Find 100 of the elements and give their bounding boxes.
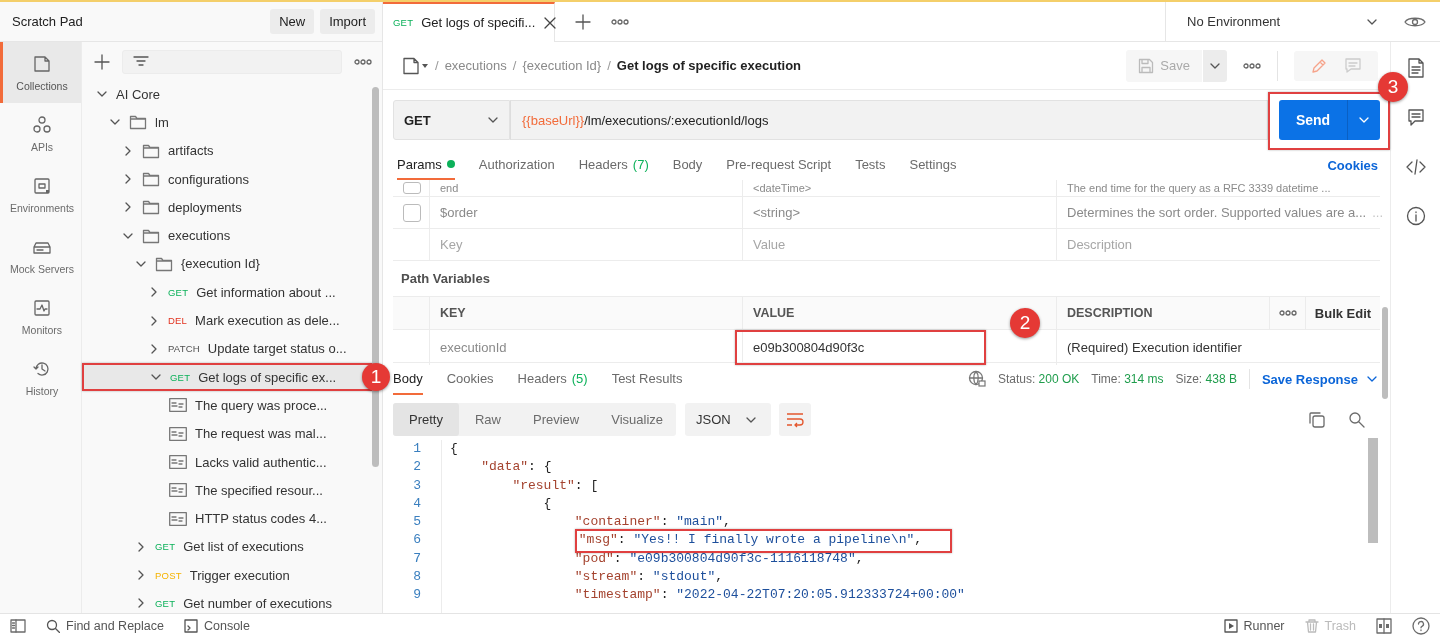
info-icon[interactable]: [1405, 206, 1426, 226]
status-bar-button[interactable]: Console: [184, 619, 250, 633]
view-mode-tab[interactable]: Visualize: [595, 403, 680, 436]
checkbox[interactable]: [403, 203, 421, 222]
sidebar-item[interactable]: Environments: [0, 164, 81, 225]
sidebar-item[interactable]: Mock Servers: [0, 225, 81, 286]
request-option-tab[interactable]: Authorization: [478, 150, 555, 180]
tree-item[interactable]: GET Get number of executions: [82, 589, 374, 618]
key-field[interactable]: Key: [440, 237, 742, 252]
header-button[interactable]: Import: [320, 9, 375, 34]
method-select[interactable]: GET: [393, 100, 510, 140]
close-icon[interactable]: [543, 15, 558, 30]
tree-item[interactable]: configurations: [82, 164, 374, 194]
sidebar-item[interactable]: Monitors: [0, 286, 81, 347]
help-icon[interactable]: [1412, 617, 1430, 635]
number-badge: 1: [362, 362, 390, 391]
request-option-tab[interactable]: Params: [397, 150, 455, 180]
tree-item[interactable]: POST Trigger execution: [82, 561, 374, 590]
header-button[interactable]: New: [270, 9, 315, 34]
breadcrumb-link[interactable]: {execution Id}: [522, 58, 602, 73]
copy-icon[interactable]: [1308, 410, 1326, 429]
tree-item[interactable]: DEL Mark execution as dele...: [82, 306, 374, 335]
play-icon: [1223, 619, 1238, 633]
status-bar-button[interactable]: Find and Replace: [46, 619, 164, 633]
scrollbar[interactable]: [1368, 438, 1378, 543]
response-tab[interactable]: Test Results: [611, 363, 683, 395]
request-tab[interactable]: GET Get logs of specifi...: [383, 1, 555, 42]
response-tab[interactable]: Cookies: [446, 363, 494, 395]
comment-icon[interactable]: [1406, 108, 1425, 128]
sidebar-toggle-icon[interactable]: [10, 619, 26, 633]
wrap-button[interactable]: [778, 403, 811, 436]
breadcrumb-link[interactable]: executions: [444, 58, 507, 73]
sidebar-item[interactable]: APIs: [0, 103, 81, 164]
add-icon[interactable]: [575, 13, 591, 30]
tree-item[interactable]: The query was proce...: [82, 391, 374, 420]
collection-icon: [32, 53, 52, 74]
tab-title: Get logs of specifi...: [421, 15, 536, 30]
table-cell: executionId: [440, 340, 507, 355]
number-badge: 2: [1010, 308, 1040, 338]
tree-item[interactable]: deployments: [82, 193, 374, 222]
more-icon[interactable]: [1243, 62, 1261, 69]
document-icon[interactable]: [1406, 58, 1425, 78]
add-icon[interactable]: [94, 54, 110, 70]
tree-item[interactable]: AI Core: [82, 80, 374, 109]
monitor-icon: [32, 297, 52, 318]
url-field[interactable]: {{baseUrl}}/lm/executions/:executionId/logs: [510, 100, 1268, 140]
save-response-button[interactable]: Save Response: [1261, 371, 1378, 387]
search-icon: [46, 619, 60, 633]
scrollbar[interactable]: [1382, 307, 1388, 399]
tree-item[interactable]: GET Get information about ...: [82, 278, 374, 307]
checkbox[interactable]: [403, 182, 421, 194]
more-icon[interactable]: [611, 18, 629, 25]
tree-item[interactable]: HTTP status codes 4...: [82, 504, 374, 533]
tree-item[interactable]: GET Get list of executions: [82, 532, 374, 562]
view-mode-tab[interactable]: Preview: [517, 403, 596, 436]
two-pane-icon[interactable]: [1376, 618, 1392, 634]
response-tab[interactable]: Body: [393, 363, 423, 395]
view-mode-tab[interactable]: Pretty: [393, 403, 459, 436]
workspace-title: Scratch Pad: [12, 14, 83, 29]
cookies-link[interactable]: Cookies: [1327, 157, 1378, 173]
request-option-tab[interactable]: Tests: [855, 150, 886, 180]
status-bar-button[interactable]: Runner: [1223, 619, 1285, 633]
more-icon[interactable]: [1278, 310, 1297, 316]
tree-item[interactable]: executions: [82, 221, 374, 250]
tree-item[interactable]: {execution Id}: [82, 249, 374, 279]
send-button[interactable]: Send: [1279, 100, 1347, 140]
tree-item[interactable]: The request was mal...: [82, 419, 374, 448]
request-option-tab[interactable]: Headers (7): [578, 150, 649, 180]
bulk-edit-button[interactable]: Bulk Edit: [1314, 305, 1372, 321]
code-line: "data": {: [481, 459, 552, 475]
line-number: 7: [412, 549, 421, 568]
tree-item[interactable]: Lacks valid authentic...: [82, 447, 374, 477]
folder-icon: [142, 199, 160, 216]
code-line: "result": [: [512, 477, 599, 493]
collection-icon[interactable]: [403, 56, 429, 75]
sidebar-item[interactable]: Collections: [0, 42, 81, 103]
request-option-tab[interactable]: Pre-request Script: [726, 150, 832, 180]
view-mode-tab[interactable]: Raw: [458, 403, 517, 436]
code-line: "container": "main",: [574, 514, 731, 530]
scrollbar[interactable]: [372, 87, 379, 467]
response-tab[interactable]: Headers (5): [517, 363, 588, 395]
tree-item[interactable]: lm: [82, 108, 374, 137]
folder-icon: [142, 142, 160, 159]
format-select[interactable]: JSON: [685, 403, 771, 436]
column-header: KEY: [440, 306, 466, 320]
request-option-tab[interactable]: Body: [672, 150, 703, 180]
search-icon[interactable]: [1348, 410, 1366, 429]
sidebar-item[interactable]: History: [0, 347, 81, 408]
more-icon[interactable]: [354, 59, 372, 65]
tree-item[interactable]: The specified resour...: [82, 476, 374, 505]
environment-select[interactable]: No Environment: [1165, 2, 1390, 41]
tree-item[interactable]: PATCH Update target status o...: [82, 334, 374, 363]
code-icon[interactable]: [1405, 158, 1426, 176]
value-field[interactable]: Value: [753, 237, 1056, 252]
request-option-tab[interactable]: Settings: [909, 150, 957, 180]
value-field[interactable]: e09b300804d90f3c: [735, 330, 987, 365]
filter-field[interactable]: [122, 50, 342, 74]
description-field[interactable]: Description: [1067, 237, 1380, 252]
code-line: {: [450, 441, 458, 456]
tree-item[interactable]: artifacts: [82, 136, 374, 165]
